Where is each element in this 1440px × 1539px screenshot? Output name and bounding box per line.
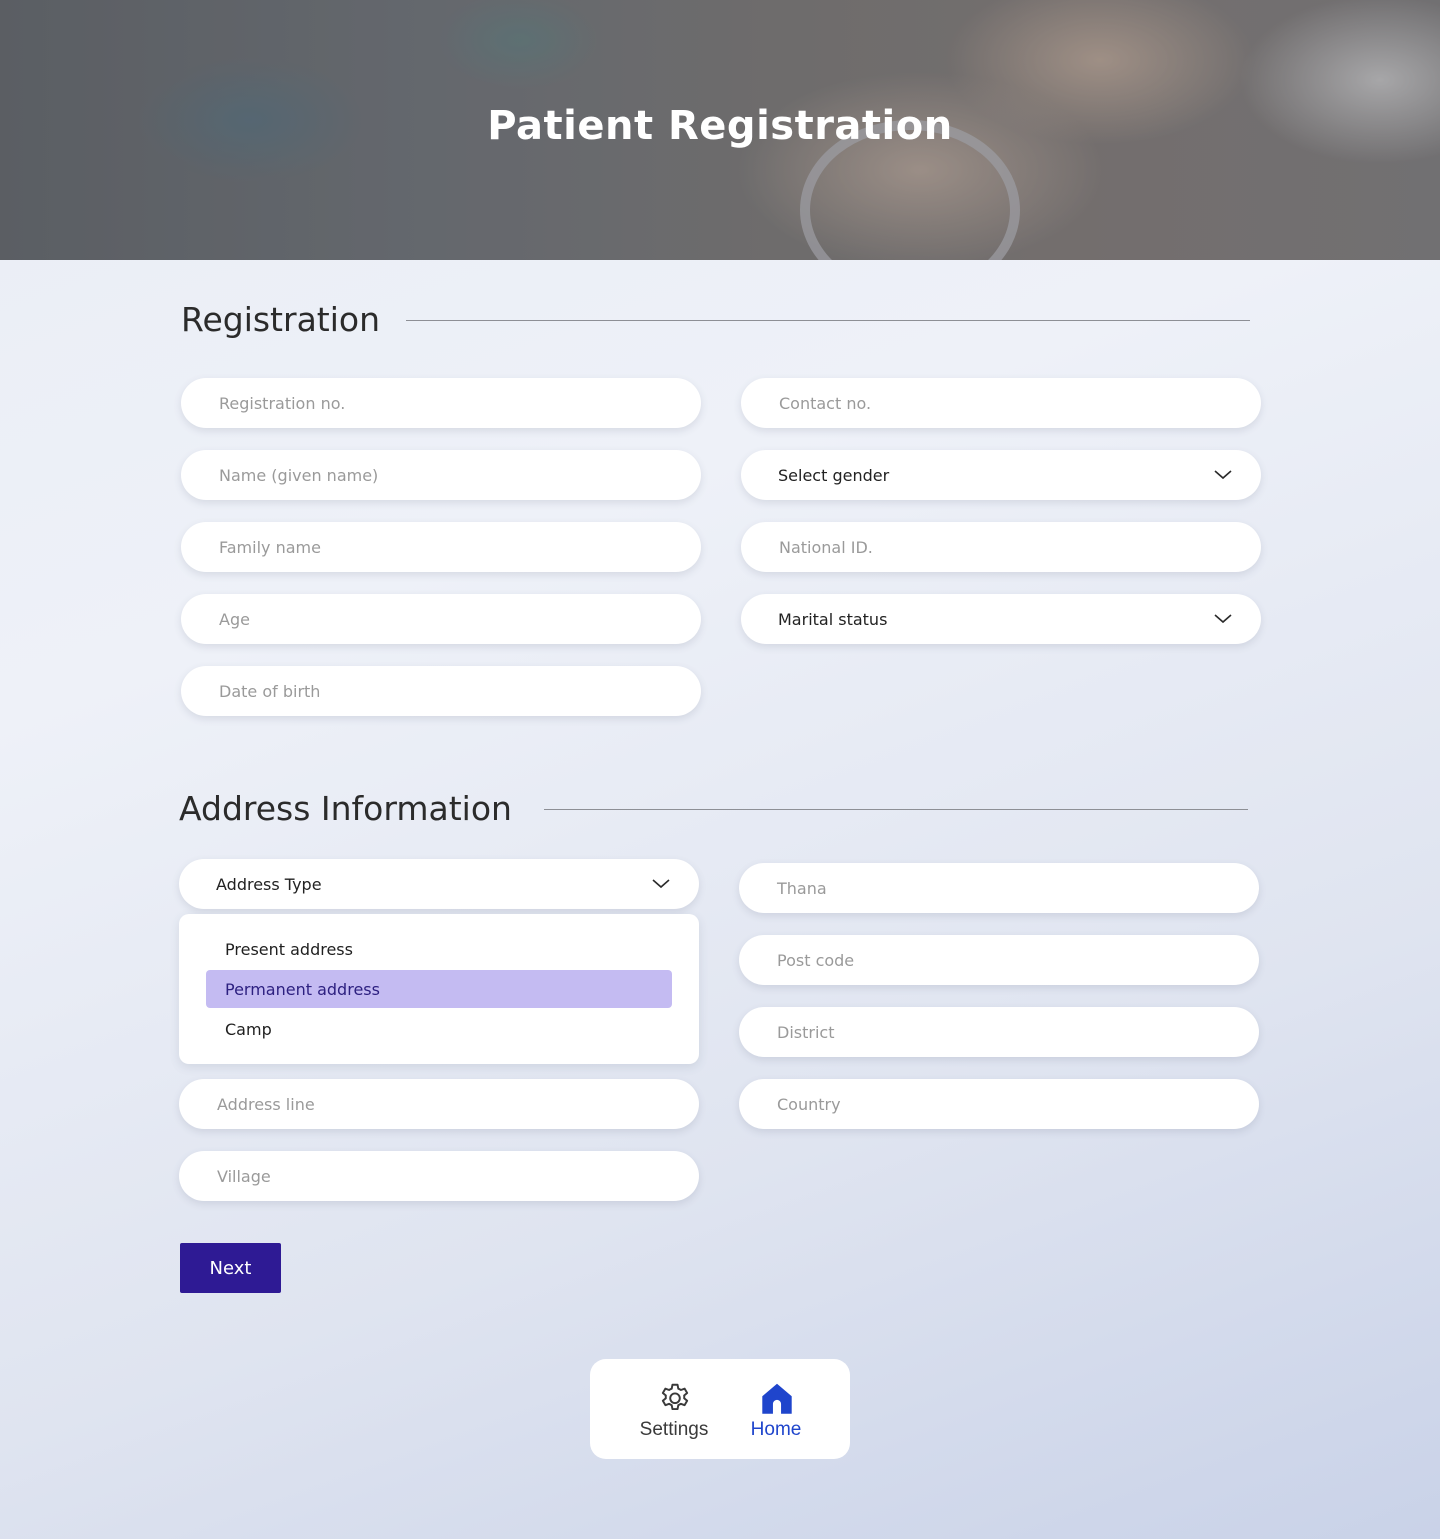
post-code-input[interactable]: Post code	[739, 935, 1259, 985]
age-input[interactable]: Age	[181, 594, 701, 644]
address-type-label: Address Type	[216, 874, 322, 894]
home-icon	[762, 1383, 792, 1414]
address-divider	[544, 809, 1248, 810]
date-of-birth-input[interactable]: Date of birth	[181, 666, 701, 716]
country-input[interactable]: Country	[739, 1079, 1259, 1129]
address-type-select[interactable]: Address Type	[179, 859, 699, 909]
nav-settings-label: Settings	[639, 1419, 709, 1440]
village-input[interactable]: Village	[179, 1151, 699, 1201]
gender-select[interactable]: Select gender	[741, 450, 1261, 500]
option-camp[interactable]: Camp	[206, 1010, 672, 1048]
chevron-down-icon	[1214, 470, 1232, 480]
gear-icon	[661, 1383, 689, 1411]
bottom-nav: Settings Home	[590, 1359, 850, 1459]
option-permanent-address[interactable]: Permanent address	[206, 970, 672, 1008]
option-present-address[interactable]: Present address	[206, 930, 672, 968]
chevron-down-icon	[652, 879, 670, 889]
nav-settings[interactable]: Settings	[624, 1379, 724, 1445]
given-name-input[interactable]: Name (given name)	[181, 450, 701, 500]
contact-no-input[interactable]: Contact no.	[741, 378, 1261, 428]
address-type-dropdown: Present address Permanent address Camp	[179, 914, 699, 1064]
address-line-input[interactable]: Address line	[179, 1079, 699, 1129]
registration-section-title: Registration	[181, 300, 380, 339]
marital-status-label: Marital status	[778, 609, 888, 629]
registration-no-input[interactable]: Registration no.	[181, 378, 701, 428]
page-title: Patient Registration	[487, 103, 953, 149]
national-id-input[interactable]: National ID.	[741, 522, 1261, 572]
nav-home[interactable]: Home	[726, 1379, 826, 1445]
thana-input[interactable]: Thana	[739, 863, 1259, 913]
gender-select-label: Select gender	[778, 465, 890, 485]
district-input[interactable]: District	[739, 1007, 1259, 1057]
family-name-input[interactable]: Family name	[181, 522, 701, 572]
chevron-down-icon	[1214, 614, 1232, 624]
next-button[interactable]: Next	[180, 1243, 281, 1293]
registration-divider	[406, 320, 1250, 321]
marital-status-select[interactable]: Marital status	[741, 594, 1261, 644]
address-section-title: Address Information	[179, 789, 512, 828]
nav-home-label: Home	[750, 1419, 802, 1440]
hero-banner: Patient Registration	[0, 0, 1440, 260]
